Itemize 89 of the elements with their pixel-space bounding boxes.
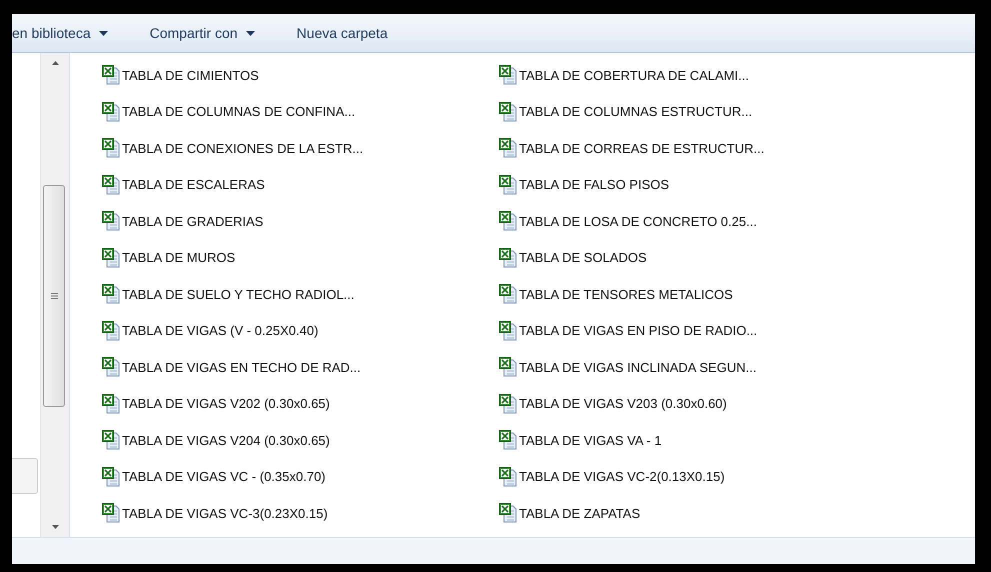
spreadsheet-file-icon <box>499 102 517 122</box>
file-name: TABLA DE COLUMNAS ESTRUCTUR... <box>519 104 752 119</box>
spreadsheet-file-icon <box>499 466 517 486</box>
spreadsheet-file-icon <box>499 394 517 414</box>
spreadsheet-file-icon <box>499 248 517 268</box>
file-name: TABLA DE COLUMNAS DE CONFINA... <box>122 104 356 119</box>
file-item[interactable]: TABLA DE SUELO Y TECHO RADIOL... <box>102 282 499 306</box>
file-item[interactable]: TABLA DE CORREAS DE ESTRUCTUR... <box>499 136 896 160</box>
spreadsheet-file-icon <box>499 320 517 340</box>
scroll-down-icon[interactable] <box>52 525 58 529</box>
spreadsheet-file-icon <box>102 102 120 122</box>
file-item[interactable]: TABLA DE VIGAS INCLINADA SEGUN... <box>499 355 896 379</box>
file-item[interactable]: TABLA DE LOSA DE CONCRETO 0.25... <box>499 209 896 233</box>
file-name: TABLA DE VIGAS INCLINADA SEGUN... <box>519 360 756 374</box>
file-name: TABLA DE FALSO PISOS <box>519 177 670 192</box>
file-item[interactable]: TABLA DE MUROS <box>102 246 499 270</box>
file-name: TABLA DE CIMIENTOS <box>122 68 259 82</box>
file-name: TABLA DE VIGAS EN TECHO DE RAD... <box>122 360 361 374</box>
file-name: TABLA DE VIGAS V202 (0.30x0.65) <box>122 396 330 411</box>
file-item[interactable]: TABLA DE CONEXIONES DE LA ESTR... <box>102 136 499 160</box>
spreadsheet-file-icon <box>102 284 120 304</box>
toolbar-button[interactable]: Nueva carpeta <box>286 21 398 45</box>
file-name: TABLA DE GRADERIAS <box>122 214 264 228</box>
file-name: TABLA DE MUROS <box>122 250 236 265</box>
file-name: TABLA DE ESCALERAS <box>122 177 265 192</box>
scroll-up-icon[interactable] <box>52 61 58 65</box>
spreadsheet-file-icon <box>499 65 517 85</box>
spreadsheet-file-icon <box>499 357 517 377</box>
spreadsheet-file-icon <box>102 174 120 194</box>
spreadsheet-file-icon <box>102 394 120 414</box>
file-name: TABLA DE VIGAS VA - 1 <box>519 432 662 448</box>
spreadsheet-file-icon <box>102 503 120 523</box>
file-name: TABLA DE TENSORES METALICOS <box>519 286 733 302</box>
file-item[interactable]: TABLA DE FALSO PISOS <box>499 172 896 196</box>
file-name: TABLA DE VIGAS V204 (0.30x0.65) <box>122 432 330 448</box>
file-name: TABLA DE CONEXIONES DE LA ESTR... <box>122 140 364 156</box>
file-item[interactable]: TABLA DE VIGAS VC - (0.35x0.70) <box>102 464 499 488</box>
scrollbar[interactable] <box>40 53 69 537</box>
file-item[interactable]: TABLA DE VIGAS V204 (0.30x0.65) <box>102 428 499 452</box>
file-name: TABLA DE ZAPATAS <box>519 506 640 520</box>
spreadsheet-file-icon <box>102 466 120 486</box>
spreadsheet-file-icon <box>102 248 120 268</box>
spreadsheet-file-icon <box>102 138 120 158</box>
spreadsheet-file-icon <box>499 174 517 194</box>
file-item[interactable]: TABLA DE ESCALERAS <box>102 172 499 196</box>
file-name: TABLA DE VIGAS (V - 0.25X0.40) <box>122 323 318 338</box>
file-name: TABLA DE CORREAS DE ESTRUCTUR... <box>519 140 764 156</box>
spreadsheet-file-icon <box>102 211 120 231</box>
file-name: TABLA DE COBERTURA DE CALAMI... <box>519 68 749 82</box>
file-item[interactable]: TABLA DE COLUMNAS DE CONFINA... <box>102 100 499 124</box>
spreadsheet-file-icon <box>499 503 517 523</box>
grip-icon <box>50 293 58 299</box>
toolbar-button[interactable]: Compartir con <box>140 21 265 45</box>
file-name: TABLA DE VIGAS VC - (0.35x0.70) <box>122 469 326 484</box>
spreadsheet-file-icon <box>499 138 517 158</box>
file-item[interactable]: TABLA DE VIGAS V203 (0.30x0.60) <box>499 392 896 416</box>
toolbar-button[interactable]: en biblioteca <box>12 21 118 45</box>
file-item[interactable]: TABLA DE COBERTURA DE CALAMI... <box>499 63 896 87</box>
file-item[interactable]: TABLA DE VIGAS (V - 0.25X0.40) <box>102 318 499 342</box>
spreadsheet-file-icon <box>499 284 517 304</box>
file-item[interactable]: TABLA DE VIGAS EN PISO DE RADIO... <box>499 318 896 342</box>
file-name: TABLA DE VIGAS VC-2(0.13X0.15) <box>519 469 725 484</box>
file-item[interactable]: TABLA DE VIGAS VC-2(0.13X0.15) <box>499 464 896 488</box>
spreadsheet-file-icon <box>499 211 517 231</box>
file-name: TABLA DE VIGAS VC-3(0.23X0.15) <box>122 506 328 520</box>
file-item[interactable]: TABLA DE ZAPATAS <box>499 501 896 525</box>
file-name: TABLA DE LOSA DE CONCRETO 0.25... <box>519 214 757 228</box>
file-item[interactable]: TABLA DE VIGAS VA - 1 <box>499 428 896 452</box>
caret-icon <box>246 30 255 36</box>
spreadsheet-file-icon <box>102 320 120 340</box>
file-item[interactable]: TABLA DE TENSORES METALICOS <box>499 282 896 306</box>
file-item[interactable]: TABLA DE CIMIENTOS <box>102 63 499 87</box>
file-item[interactable]: TABLA DE SOLADOS <box>499 246 896 270</box>
file-item[interactable]: TABLA DE VIGAS VC-3(0.23X0.15) <box>102 501 499 525</box>
file-item[interactable]: TABLA DE VIGAS EN TECHO DE RAD... <box>102 355 499 379</box>
file-name: TABLA DE VIGAS V203 (0.30x0.60) <box>519 396 727 411</box>
file-item[interactable]: TABLA DE GRADERIAS <box>102 209 499 233</box>
spreadsheet-file-icon <box>102 65 120 85</box>
spreadsheet-file-icon <box>102 430 120 450</box>
file-name: TABLA DE SUELO Y TECHO RADIOL... <box>122 286 354 302</box>
file-name: TABLA DE SOLADOS <box>519 250 647 265</box>
spreadsheet-file-icon <box>499 430 517 450</box>
nav-pane-item[interactable] <box>12 458 38 494</box>
file-item[interactable]: TABLA DE COLUMNAS ESTRUCTUR... <box>499 100 896 124</box>
scrollbar-thumb[interactable] <box>43 185 65 407</box>
file-name: TABLA DE VIGAS EN PISO DE RADIO... <box>519 323 758 338</box>
file-item[interactable]: TABLA DE VIGAS V202 (0.30x0.65) <box>102 392 499 416</box>
spreadsheet-file-icon <box>102 357 120 377</box>
caret-icon <box>98 30 108 36</box>
